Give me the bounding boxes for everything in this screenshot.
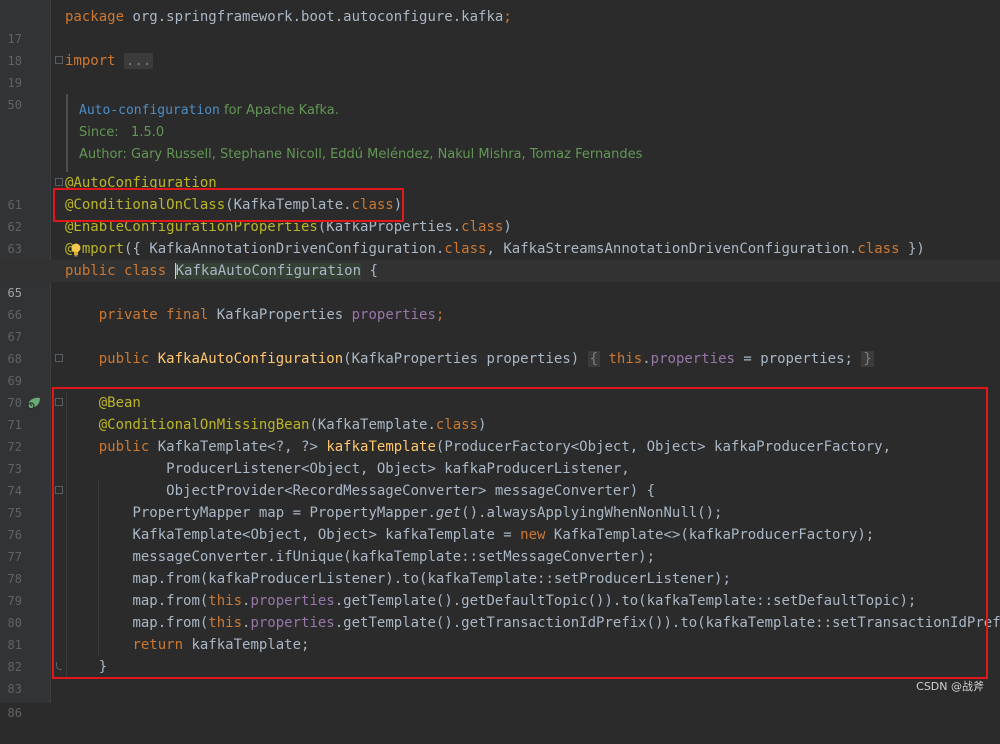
javadoc-link[interactable]: Auto-configuration xyxy=(79,103,220,118)
folded-brace[interactable]: } xyxy=(861,351,874,367)
code-line[interactable]: 19 import ... xyxy=(0,50,1000,90)
spring-bean-icon[interactable] xyxy=(26,396,42,410)
fold-expand-icon[interactable] xyxy=(55,354,63,362)
code-line[interactable]: 69 public KafkaAutoConfiguration(KafkaPr… xyxy=(0,348,1000,388)
line-number: 50 xyxy=(7,98,22,112)
code-text: public KafkaAutoConfiguration(KafkaPrope… xyxy=(98,351,874,367)
code-line[interactable]: 68 xyxy=(0,326,1000,366)
watermark: CSDN @战斧 xyxy=(916,680,984,693)
code-line[interactable]: 66 xyxy=(0,282,1000,322)
lightbulb-icon[interactable] xyxy=(70,243,82,257)
code-text: package org.springframework.boot.autocon… xyxy=(65,9,512,25)
code-line-current[interactable]: 65 public class KafkaAutoConfiguration { xyxy=(0,260,1000,300)
code-line[interactable]: 67 private final KafkaProperties propert… xyxy=(0,304,1000,344)
code-line[interactable]: 17 package org.springframework.boot.auto… xyxy=(0,6,1000,46)
fold-expand-icon[interactable] xyxy=(55,56,63,64)
code-text: private final KafkaProperties properties… xyxy=(98,307,445,323)
javadoc-since: Since: 1.5.0 xyxy=(79,125,165,140)
fold-collapse-icon[interactable] xyxy=(55,178,63,186)
code-line[interactable]: 64 @import({ KafkaAnnotationDrivenConfig… xyxy=(0,238,1000,278)
line-number: 86 xyxy=(7,706,22,720)
code-line[interactable]: 50 xyxy=(0,72,1000,112)
highlight-box-kafkatemplate-bean xyxy=(52,387,988,679)
code-line[interactable]: 18 xyxy=(0,28,1000,68)
code-text: @import({ KafkaAnnotationDrivenConfigura… xyxy=(65,241,925,257)
javadoc-author: Author: Gary Russell, Stephane Nicoll, E… xyxy=(79,147,643,162)
highlight-box-conditional xyxy=(53,188,404,222)
code-text: import ... xyxy=(65,53,154,69)
folded-brace[interactable]: { xyxy=(587,351,601,367)
code-text: public class KafkaAutoConfiguration { xyxy=(65,263,378,279)
code-line[interactable]: 86 xyxy=(0,680,1000,720)
javadoc-summary: Auto-configuration for Apache Kafka. xyxy=(79,103,339,118)
folded-imports[interactable]: ... xyxy=(124,53,154,69)
